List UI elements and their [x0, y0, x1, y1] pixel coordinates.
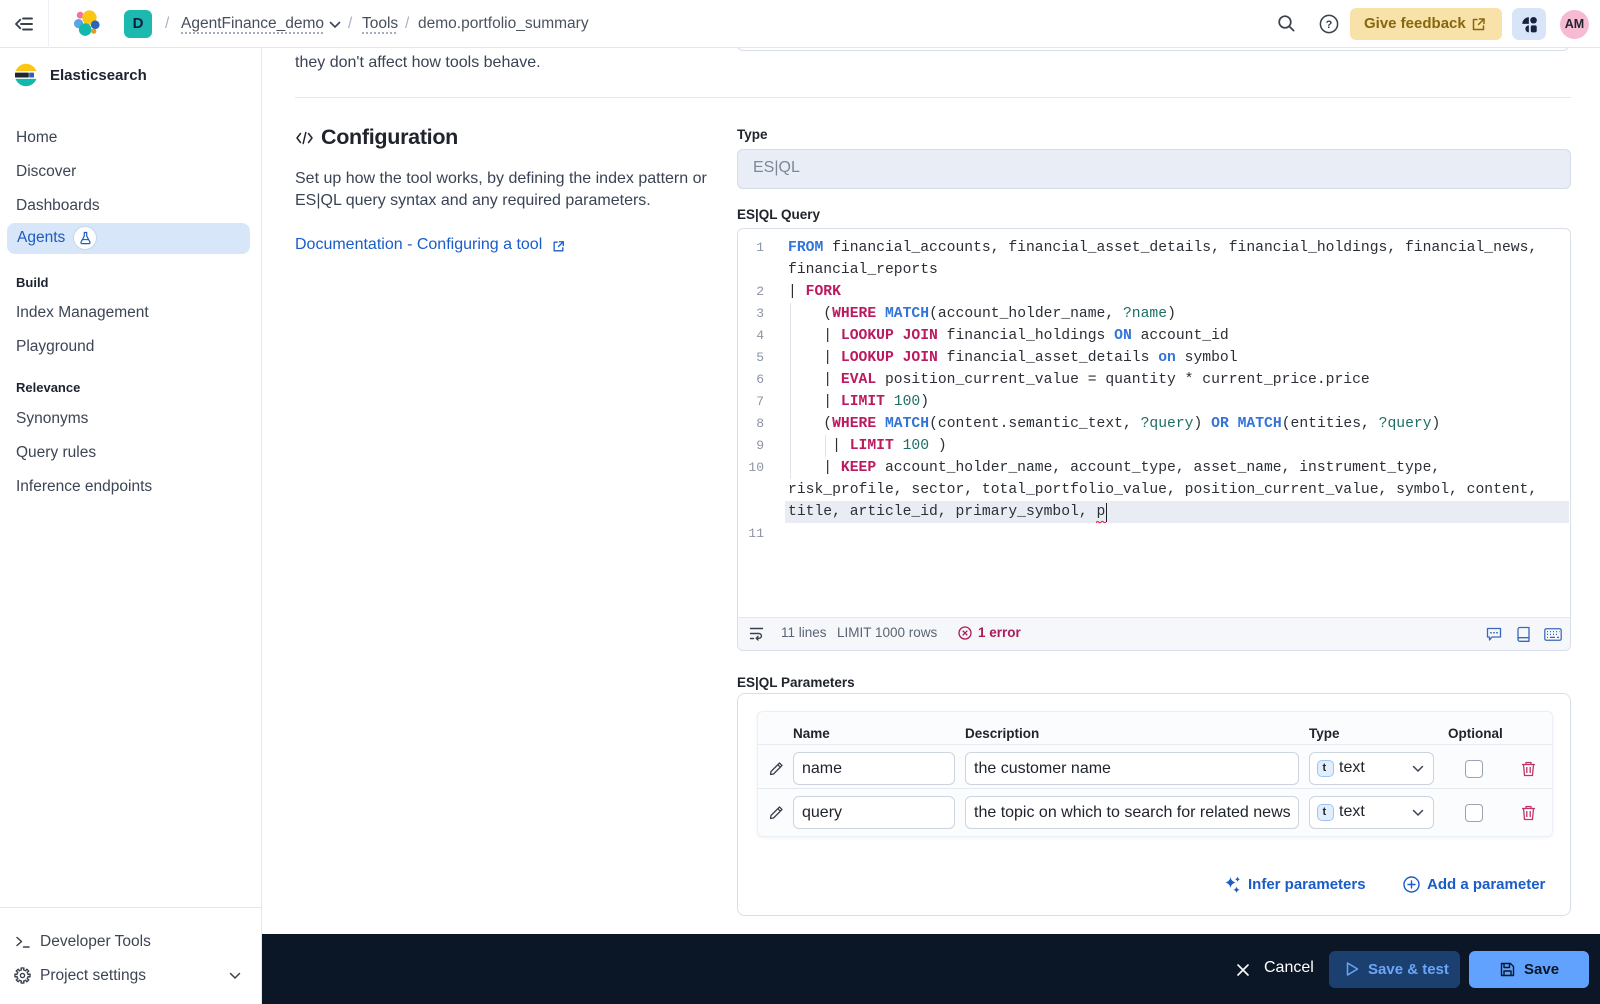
svg-text:?: ?: [1326, 19, 1333, 31]
